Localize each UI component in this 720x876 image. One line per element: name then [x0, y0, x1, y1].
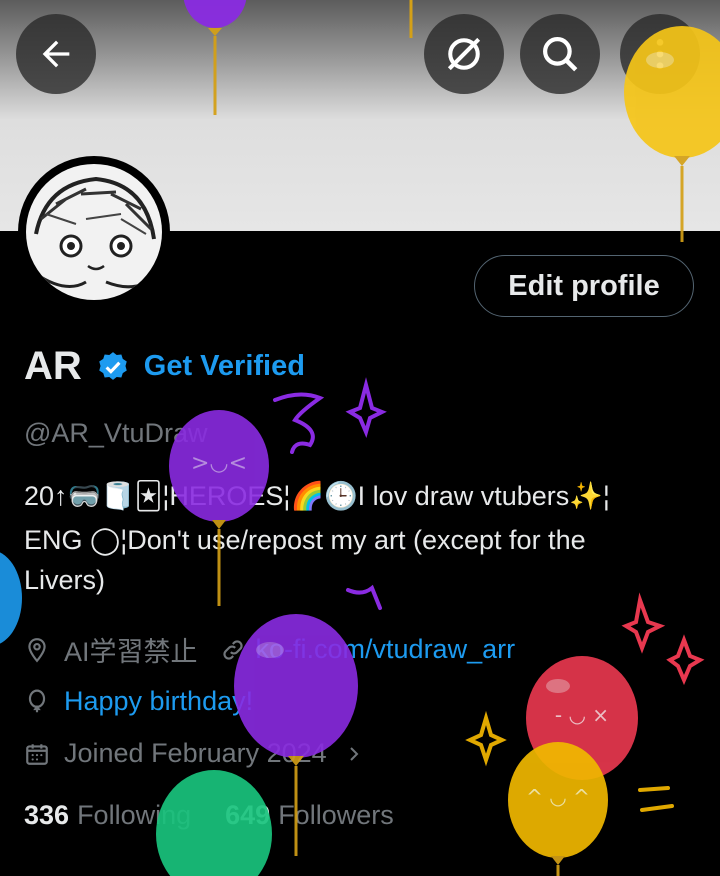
display-name: AR	[24, 344, 82, 388]
balloon-blue-edge	[0, 552, 22, 644]
followers-stat[interactable]: 649 Followers	[225, 800, 394, 831]
birthday-row: Happy birthday!	[24, 686, 253, 717]
user-handle: @AR_VtuDraw	[24, 418, 208, 448]
followers-label: Followers	[278, 800, 394, 830]
avatar[interactable]	[18, 156, 170, 308]
location-website-row: AI学習禁止 ko-fi.com/vtudraw_arr	[24, 630, 515, 669]
follow-stats: 336 Following 649 Followers	[24, 800, 428, 831]
balloon-red: - ◡ ×	[526, 656, 638, 780]
following-label: Following	[77, 800, 192, 830]
get-verified-link[interactable]: Get Verified	[144, 350, 305, 383]
back-button[interactable]	[16, 14, 96, 94]
no-signal-icon	[447, 37, 481, 71]
birthday-text[interactable]: Happy birthday!	[64, 686, 253, 717]
location-text: AI学習禁止	[64, 637, 198, 667]
followers-count: 649	[225, 800, 271, 830]
bio: 20↑🥽🧻🃏¦HEROES¦🌈🕒I lov draw vtubers✨¦ ENG…	[24, 474, 704, 598]
svg-text:^ ◡ ^: ^ ◡ ^	[526, 785, 590, 809]
bio-line: ENG ◯¦Don't use/repost my art (except fo…	[24, 525, 586, 555]
balloon-yellow-bottom: ^ ◡ ^	[508, 742, 608, 876]
verified-badge-icon	[99, 351, 127, 380]
more-button[interactable]	[620, 14, 700, 94]
no-signal-button[interactable]	[424, 14, 504, 94]
profile-name-row: AR Get Verified	[24, 344, 305, 389]
link-icon	[222, 639, 243, 660]
bio-line: Livers)	[24, 565, 106, 595]
website-link[interactable]: ko-fi.com/vtudraw_arr	[256, 634, 516, 665]
arrow-left-icon	[42, 40, 70, 68]
calendar-icon	[26, 743, 48, 765]
joined-text: Joined February 2024	[64, 738, 327, 768]
joined-row[interactable]: Joined February 2024	[24, 738, 363, 769]
chevron-right-icon	[349, 746, 359, 761]
edit-profile-button[interactable]: Edit profile	[474, 255, 694, 317]
search-button[interactable]	[520, 14, 600, 94]
balloon-icon	[28, 689, 46, 712]
search-icon	[543, 37, 578, 72]
following-stat[interactable]: 336 Following	[24, 800, 191, 831]
bio-line: 20↑🥽🧻🃏¦HEROES¦🌈🕒I lov draw vtubers✨¦	[24, 481, 610, 511]
svg-text:- ◡ ×: - ◡ ×	[555, 703, 609, 727]
more-icon	[656, 39, 664, 69]
avatar-image	[26, 164, 162, 300]
location-icon	[28, 637, 46, 662]
svg-text:>◡<: >◡<	[191, 451, 247, 476]
following-count: 336	[24, 800, 70, 830]
